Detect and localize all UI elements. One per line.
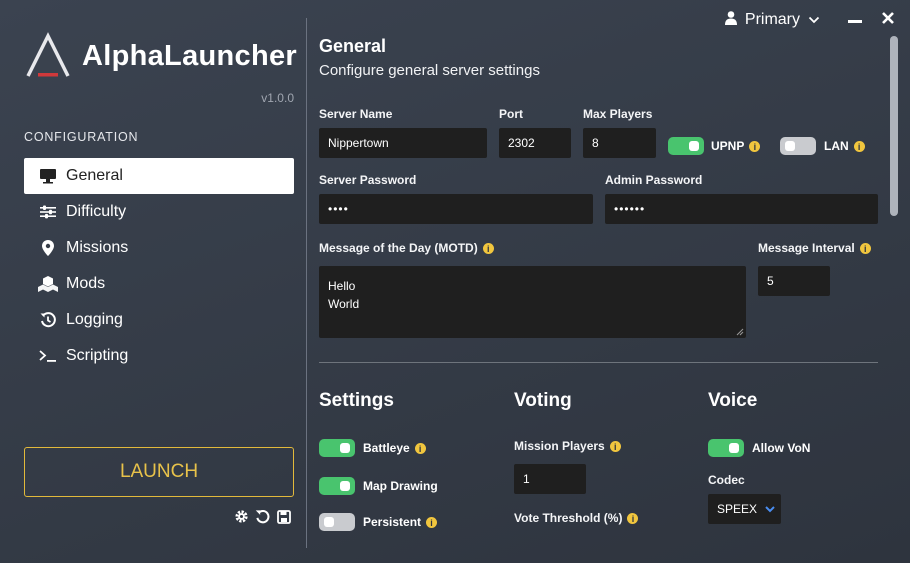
sliders-icon (38, 202, 58, 222)
info-icon[interactable]: i (749, 141, 761, 153)
voice-heading: Voice (708, 390, 758, 411)
motd-line: World (328, 297, 360, 311)
codec-select[interactable]: SPEEX (708, 494, 781, 524)
sidebar-item-label: General (66, 167, 123, 184)
chevron-down-icon (765, 502, 775, 516)
allow-von-label: Allow VoN (752, 441, 811, 455)
motd-textarea[interactable]: Hello World (319, 266, 746, 338)
message-interval-input[interactable]: 5 (758, 266, 830, 296)
cubes-icon (38, 274, 58, 294)
server-name-input[interactable]: Nippertown (319, 128, 487, 158)
info-icon[interactable]: i (859, 243, 871, 255)
upnp-toggle[interactable] (668, 137, 704, 155)
sidebar-item-label: Difficulty (66, 203, 127, 220)
sidebar-item-label: Scripting (66, 347, 129, 364)
app-version: v1.0.0 (261, 91, 294, 105)
message-interval-label: Message Interval i (758, 241, 871, 255)
lan-label: LAN i (824, 139, 865, 153)
upnp-label: UPNP i (711, 139, 761, 153)
mission-players-input[interactable]: 1 (514, 464, 586, 494)
info-icon[interactable]: i (853, 141, 865, 153)
scrollbar-thumb[interactable] (890, 36, 898, 216)
codec-value: SPEEX (717, 502, 758, 516)
server-password-label: Server Password (319, 173, 417, 187)
sidebar-item-label: Missions (66, 239, 129, 256)
minimize-button[interactable] (844, 9, 866, 31)
sidebar-item-general[interactable]: General (24, 158, 294, 194)
mission-players-label: Mission Players i (514, 439, 621, 453)
map-drawing-toggle[interactable] (319, 477, 355, 495)
max-players-label: Max Players (583, 107, 653, 121)
page-title: General (319, 36, 387, 56)
sidebar-item-missions[interactable]: Missions (24, 230, 294, 266)
admin-password-label: Admin Password (605, 173, 703, 187)
lan-toggle[interactable] (780, 137, 816, 155)
resize-handle-icon[interactable] (736, 328, 744, 336)
server-password-input[interactable]: •••• (319, 194, 593, 224)
motd-label: Message of the Day (MOTD) i (319, 241, 494, 255)
alpha-logo-icon (26, 32, 70, 77)
sidebar-actions (233, 508, 292, 525)
profile-name: Primary (744, 11, 800, 28)
minimize-icon (848, 11, 862, 29)
port-input[interactable]: 2302 (499, 128, 571, 158)
save-icon[interactable] (275, 508, 292, 525)
page-subtitle: Configure general server settings (319, 62, 540, 79)
info-icon[interactable]: i (627, 513, 639, 525)
sidebar-item-label: Logging (66, 311, 123, 328)
profile-selector[interactable]: Primary (724, 10, 820, 30)
sidebar-item-mods[interactable]: Mods (24, 266, 294, 302)
sidebar-nav: General Difficulty Missions Mods Logging (24, 158, 294, 374)
launch-button[interactable]: LAUNCH (24, 447, 294, 497)
history-icon (38, 310, 58, 330)
persistent-toggle[interactable] (319, 513, 355, 531)
terminal-icon (38, 346, 58, 366)
map-drawing-label: Map Drawing (363, 479, 438, 493)
battleye-toggle[interactable] (319, 439, 355, 457)
sidebar-item-scripting[interactable]: Scripting (24, 338, 294, 374)
monitor-icon (38, 166, 58, 186)
settings-heading: Settings (319, 390, 394, 411)
info-icon[interactable]: i (482, 243, 494, 255)
app-logo: AlphaLauncher (24, 32, 297, 80)
info-icon[interactable]: i (426, 517, 438, 529)
user-icon (724, 10, 737, 30)
max-players-input[interactable]: 8 (583, 128, 656, 158)
map-pin-icon (38, 238, 58, 258)
sidebar: AlphaLauncher v1.0.0 CONFIGURATION Gener… (0, 0, 306, 563)
info-icon[interactable]: i (414, 443, 426, 455)
codec-label: Codec (708, 473, 745, 487)
gear-icon[interactable] (233, 508, 250, 525)
info-icon[interactable]: i (609, 441, 621, 453)
section-divider (319, 362, 878, 363)
allow-von-toggle[interactable] (708, 439, 744, 457)
persistent-label: Persistent i (363, 515, 438, 529)
sidebar-divider (306, 18, 307, 548)
battleye-label: Battleye i (363, 441, 426, 455)
close-icon (882, 11, 894, 29)
admin-password-input[interactable]: •••••• (605, 194, 878, 224)
port-label: Port (499, 107, 523, 121)
motd-line: Hello (328, 279, 356, 293)
undo-icon[interactable] (254, 508, 271, 525)
sidebar-item-difficulty[interactable]: Difficulty (24, 194, 294, 230)
chevron-down-icon (808, 11, 820, 29)
app-name: AlphaLauncher (82, 39, 297, 72)
configuration-heading: CONFIGURATION (24, 130, 139, 144)
voting-heading: Voting (514, 390, 572, 411)
close-button[interactable] (877, 9, 899, 31)
window-topbar: Primary (724, 0, 910, 40)
server-name-label: Server Name (319, 107, 393, 121)
sidebar-item-logging[interactable]: Logging (24, 302, 294, 338)
vote-threshold-label: Vote Threshold (%) i (514, 511, 639, 525)
sidebar-item-label: Mods (66, 275, 106, 292)
